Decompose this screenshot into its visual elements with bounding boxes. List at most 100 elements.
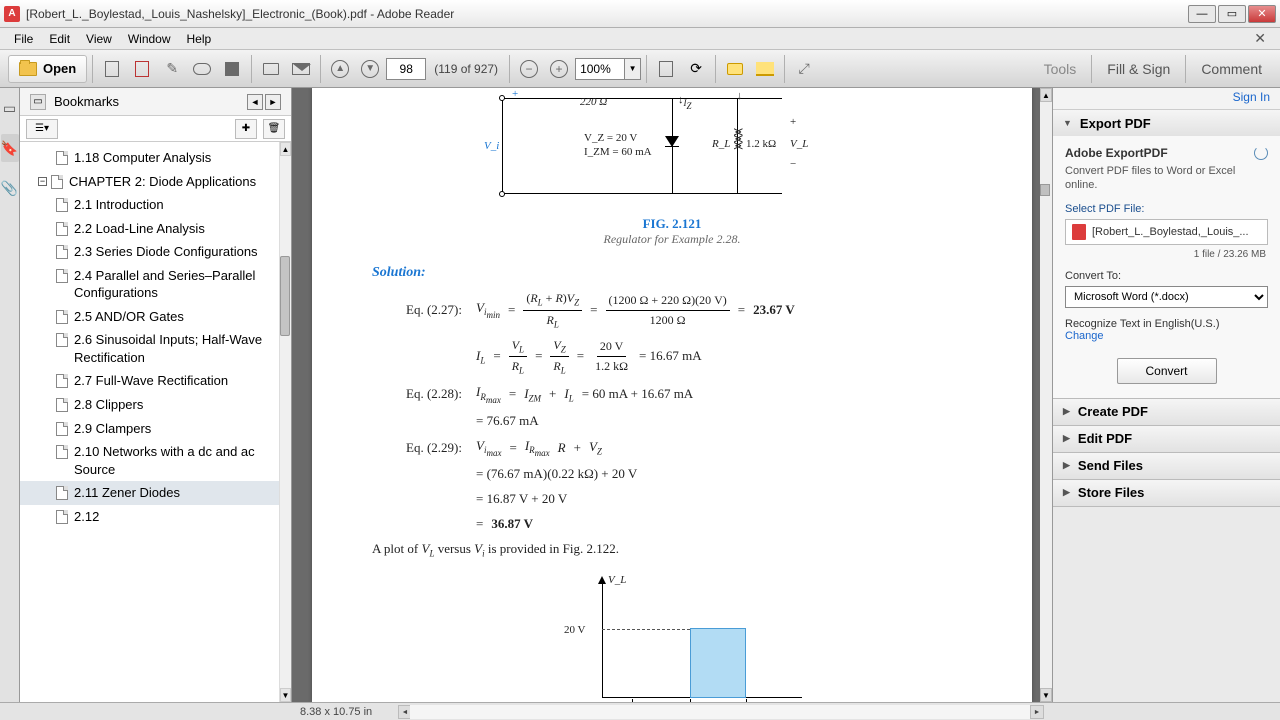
create-pdf-header[interactable]: ▶Create PDF [1053,399,1280,425]
solution-header: Solution: [372,265,972,281]
page-up-button[interactable]: ▲ [326,55,354,83]
zoom-in-button[interactable]: + [545,55,573,83]
cloud-icon[interactable] [188,55,216,83]
comment-tab[interactable]: Comment [1191,55,1272,83]
nav-strip: ▭ 🔖 📎 [0,88,20,702]
bookmark-item[interactable]: 2.4 Parallel and Series–Parallel Configu… [20,264,291,305]
expand-icon[interactable]: ⤢ [790,55,818,83]
scroll-up-icon[interactable]: ▲ [280,142,291,156]
chevron-right-icon: ▶ [1063,460,1070,471]
thumbnails-icon[interactable]: ▭ [1,94,19,122]
doc-scroll-thumb[interactable] [1040,184,1050,196]
bookmark-item[interactable]: 2.9 Clampers [20,417,291,441]
bookmark-label: 2.9 Clampers [74,420,287,438]
menu-edit[interactable]: Edit [41,30,78,48]
bookmark-item[interactable]: 2.1 Introduction [20,193,291,217]
sticky-note-icon[interactable] [721,55,749,83]
bookmarks-options-button[interactable]: ☰▾ [26,119,58,139]
vi-label: V_i [484,140,499,152]
open-button[interactable]: Open [8,55,87,83]
send-files-header[interactable]: ▶Send Files [1053,453,1280,479]
bookmark-item[interactable]: 2.2 Load-Line Analysis [20,217,291,241]
zener-symbol [665,136,679,152]
equation-2-27: Eq. (2.27): Vimin = (RL + R)VZRL = (1200… [372,289,972,332]
bookmarks-tree: 1.18 Computer Analysis−CHAPTER 2: Diode … [20,142,291,702]
figure-text: Regulator for Example 2.28. [372,232,972,247]
bookmark-item[interactable]: 2.8 Clippers [20,393,291,417]
zoom-out-button[interactable]: − [515,55,543,83]
bookmarks-header: ▭ Bookmarks ◄ ► [20,88,291,116]
bookmark-item[interactable]: 2.12 [20,505,291,529]
app-icon: A [4,6,20,22]
refresh-icon[interactable] [1254,146,1268,160]
store-files-header[interactable]: ▶Store Files [1053,480,1280,506]
menu-file[interactable]: File [6,30,41,48]
page-down-button[interactable]: ▼ [356,55,384,83]
print-icon[interactable] [257,55,285,83]
bookmark-item[interactable]: 2.5 AND/OR Gates [20,305,291,329]
export-pdf-header[interactable]: ▼ Export PDF [1053,110,1280,136]
email-icon[interactable] [287,55,315,83]
bookmarks-icon[interactable]: 🔖 [1,134,19,162]
hscroll-right-icon[interactable]: ► [1030,705,1044,719]
bookmark-label: 2.11 Zener Diodes [74,484,287,502]
scroll-thumb[interactable] [280,256,290,336]
signin-link[interactable]: Sign In [1233,90,1270,104]
document-scrollbar[interactable]: ▲ ▼ [1040,88,1052,702]
hscroll-track[interactable] [410,705,1032,719]
selected-file-box[interactable]: [Robert_L._Boylestad,_Louis_... [1065,219,1268,245]
convert-button[interactable]: Convert [1117,358,1217,384]
menu-view[interactable]: View [78,30,120,48]
bookmarks-scrollbar[interactable]: ▲ ▼ [279,142,291,702]
menu-window[interactable]: Window [120,30,179,48]
change-link[interactable]: Change [1065,330,1104,342]
bookmark-label: 2.7 Full-Wave Rectification [74,372,287,390]
bookmarks-prev-button[interactable]: ◄ [247,94,263,110]
zoom-select[interactable]: ▼ [575,58,641,80]
highlight-icon[interactable] [751,55,779,83]
create-pdf-icon[interactable] [128,55,156,83]
figure-caption: FIG. 2.121 Regulator for Example 2.28. [372,216,972,247]
equation-il: IL = VLRL = VZRL = 20 V1.2 kΩ = 16.67 mA [372,336,972,379]
bookmark-label: 2.12 [74,508,287,526]
bookmarks-new-button[interactable]: ✚ [235,119,257,139]
read-mode-icon[interactable] [652,55,680,83]
rotate-icon[interactable]: ⟳ [682,55,710,83]
bookmark-item[interactable]: 1.18 Computer Analysis [20,146,291,170]
bookmark-item[interactable]: 2.10 Networks with a dc and ac Source [20,440,291,481]
page-number-input[interactable] [386,58,426,80]
bookmark-item[interactable]: −CHAPTER 2: Diode Applications [20,170,291,194]
zoom-dropdown-icon[interactable]: ▼ [625,58,641,80]
page-icon [56,510,68,524]
bookmarks-delete-button[interactable]: 🗑 [263,119,285,139]
export-pdf-icon[interactable] [98,55,126,83]
bookmark-label: 2.8 Clippers [74,396,287,414]
maximize-button[interactable]: ▭ [1218,5,1246,23]
close-button[interactable]: ✕ [1248,5,1276,23]
file-info: 1 file / 23.26 MB [1065,245,1268,270]
attachments-icon[interactable]: 📎 [1,174,19,202]
fill-sign-tab[interactable]: Fill & Sign [1097,55,1180,83]
bookmark-item[interactable]: 2.6 Sinusoidal Inputs; Half-Wave Rectifi… [20,328,291,369]
bookmarks-next-button[interactable]: ► [265,94,281,110]
edit-icon[interactable]: ✎ [158,55,186,83]
doc-scroll-down-icon[interactable]: ▼ [1040,688,1052,702]
minimize-button[interactable]: — [1188,5,1216,23]
save-icon[interactable] [218,55,246,83]
scroll-down-icon[interactable]: ▼ [280,688,291,702]
bookmark-item[interactable]: 2.3 Series Diode Configurations [20,240,291,264]
tools-tab[interactable]: Tools [1034,55,1087,83]
convert-to-label: Convert To: [1065,270,1268,282]
bookmarks-title: Bookmarks [54,94,245,109]
bookmark-item[interactable]: 2.7 Full-Wave Rectification [20,369,291,393]
page-count-label: (119 of 927) [428,62,504,76]
bookmark-item[interactable]: 2.11 Zener Diodes [20,481,291,505]
collapse-icon[interactable]: − [38,177,47,186]
doc-scroll-up-icon[interactable]: ▲ [1040,88,1052,102]
menu-help[interactable]: Help [179,30,220,48]
pdf-file-icon [1072,224,1086,240]
convert-to-select[interactable]: Microsoft Word (*.docx) [1065,286,1268,308]
zoom-value[interactable] [575,58,625,80]
edit-pdf-header[interactable]: ▶Edit PDF [1053,426,1280,452]
close-document-button[interactable]: ✕ [1246,28,1274,49]
